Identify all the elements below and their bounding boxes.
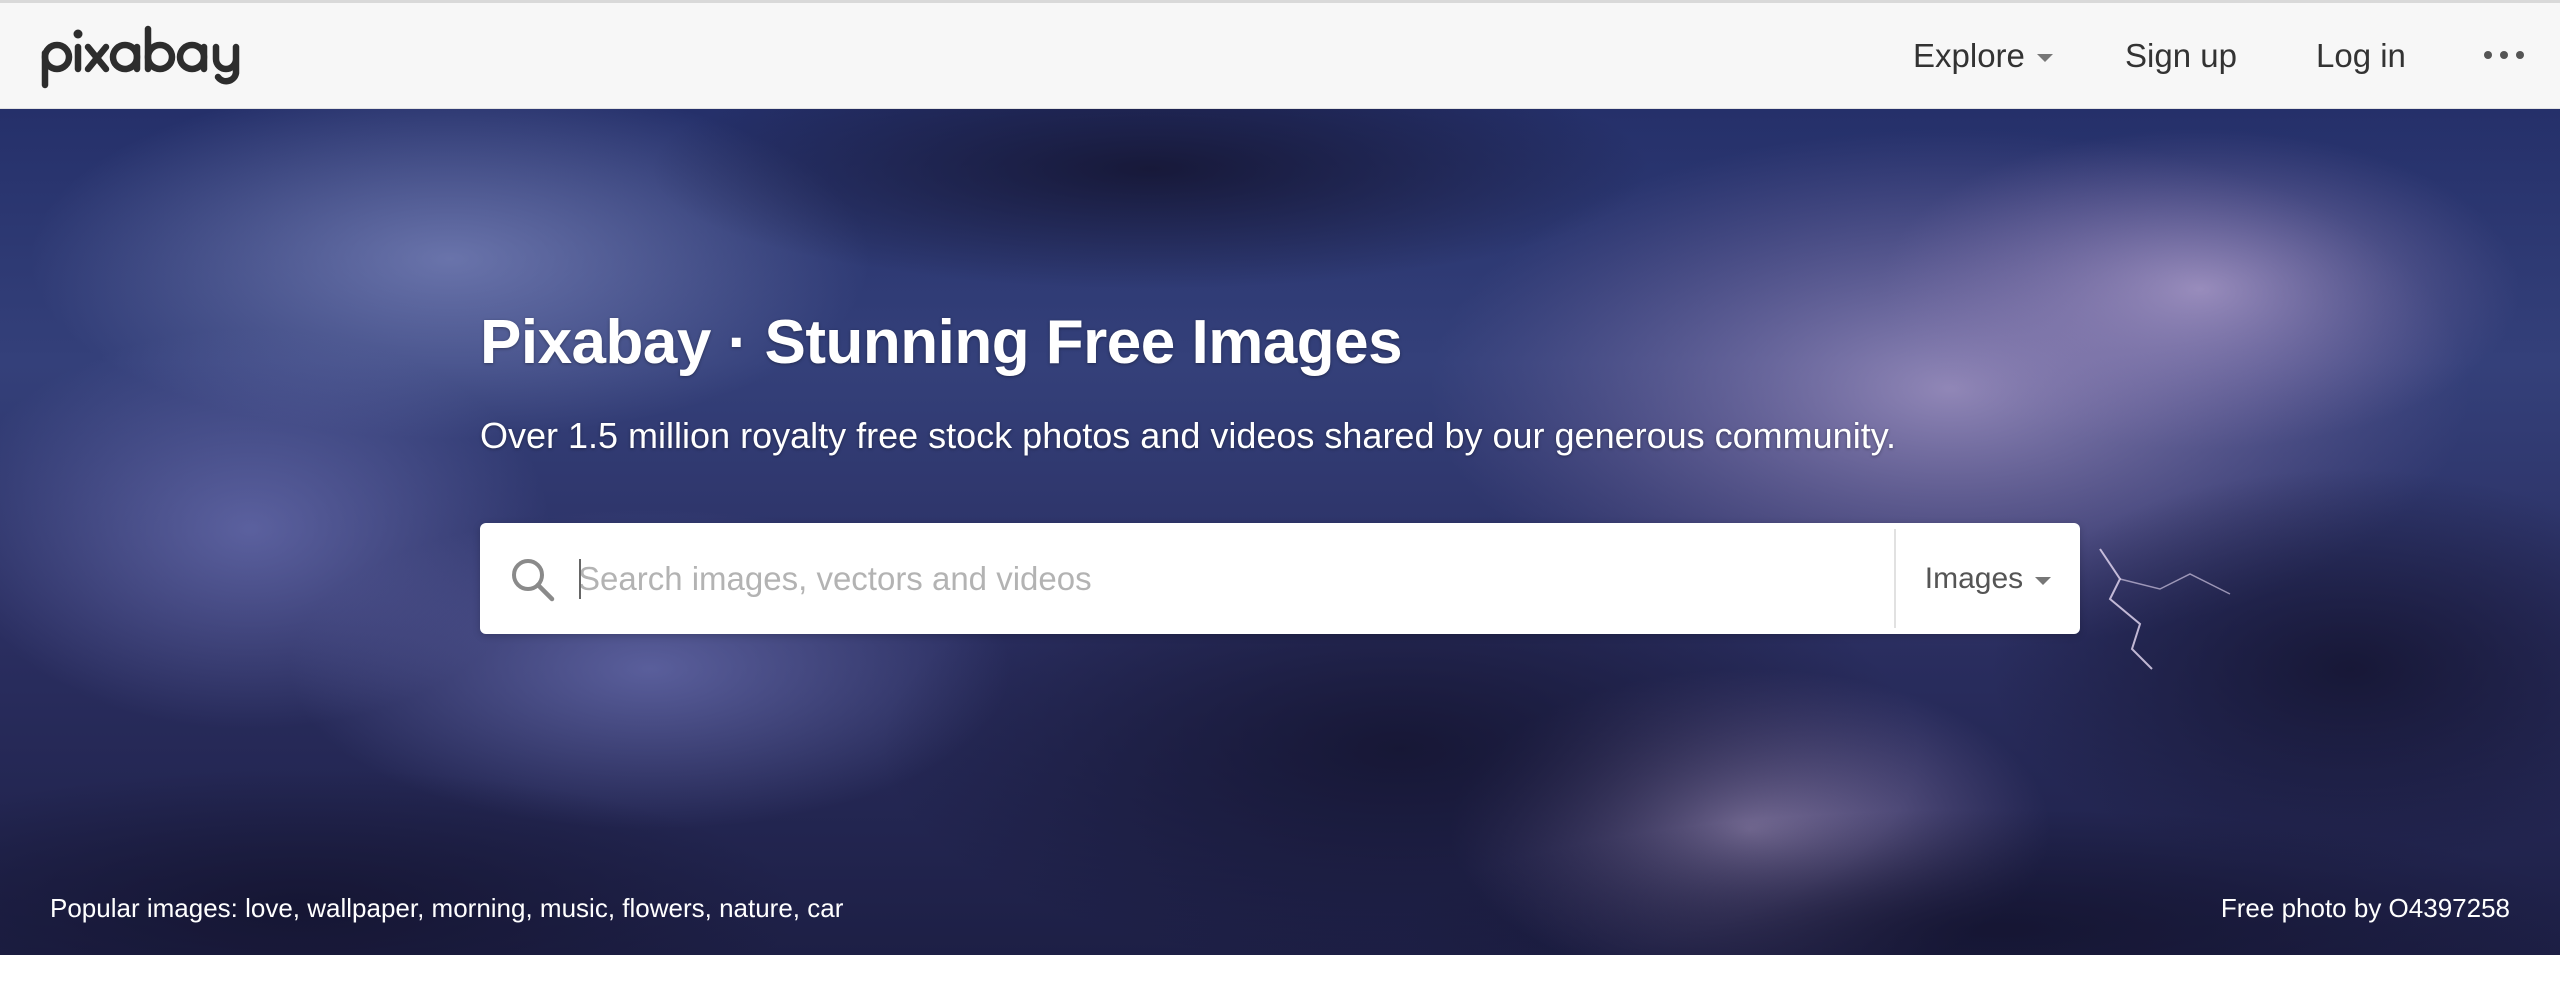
media-type-label: Images [1924,561,2024,595]
explore-label: Explore [1913,37,2025,74]
chevron-down-icon [2035,576,2052,585]
text-cursor [579,559,581,599]
media-type-select[interactable]: Images [1896,523,2080,634]
search-icon[interactable] [508,555,556,603]
search-input[interactable] [578,523,1878,634]
top-bar: Explore Sign up Log in [0,0,2560,109]
hero-banner: Pixabay · Stunning Free Images Over 1.5 … [0,109,2560,955]
page-title: Pixabay · Stunning Free Images [480,308,1403,377]
signup-link[interactable]: Sign up [2125,3,2237,109]
chevron-down-icon [2036,54,2053,62]
search-bar: Images [480,523,2080,634]
popular-searches[interactable]: Popular images: love, wallpaper, morning… [50,893,843,924]
page-subtitle: Over 1.5 million royalty free stock phot… [480,415,1897,456]
more-horizontal-icon[interactable] [2484,51,2524,63]
explore-menu[interactable]: Explore [1913,3,2053,109]
photo-credit[interactable]: Free photo by O4397258 [2221,893,2510,924]
login-link[interactable]: Log in [2316,3,2406,109]
pixabay-logo[interactable] [40,23,260,91]
